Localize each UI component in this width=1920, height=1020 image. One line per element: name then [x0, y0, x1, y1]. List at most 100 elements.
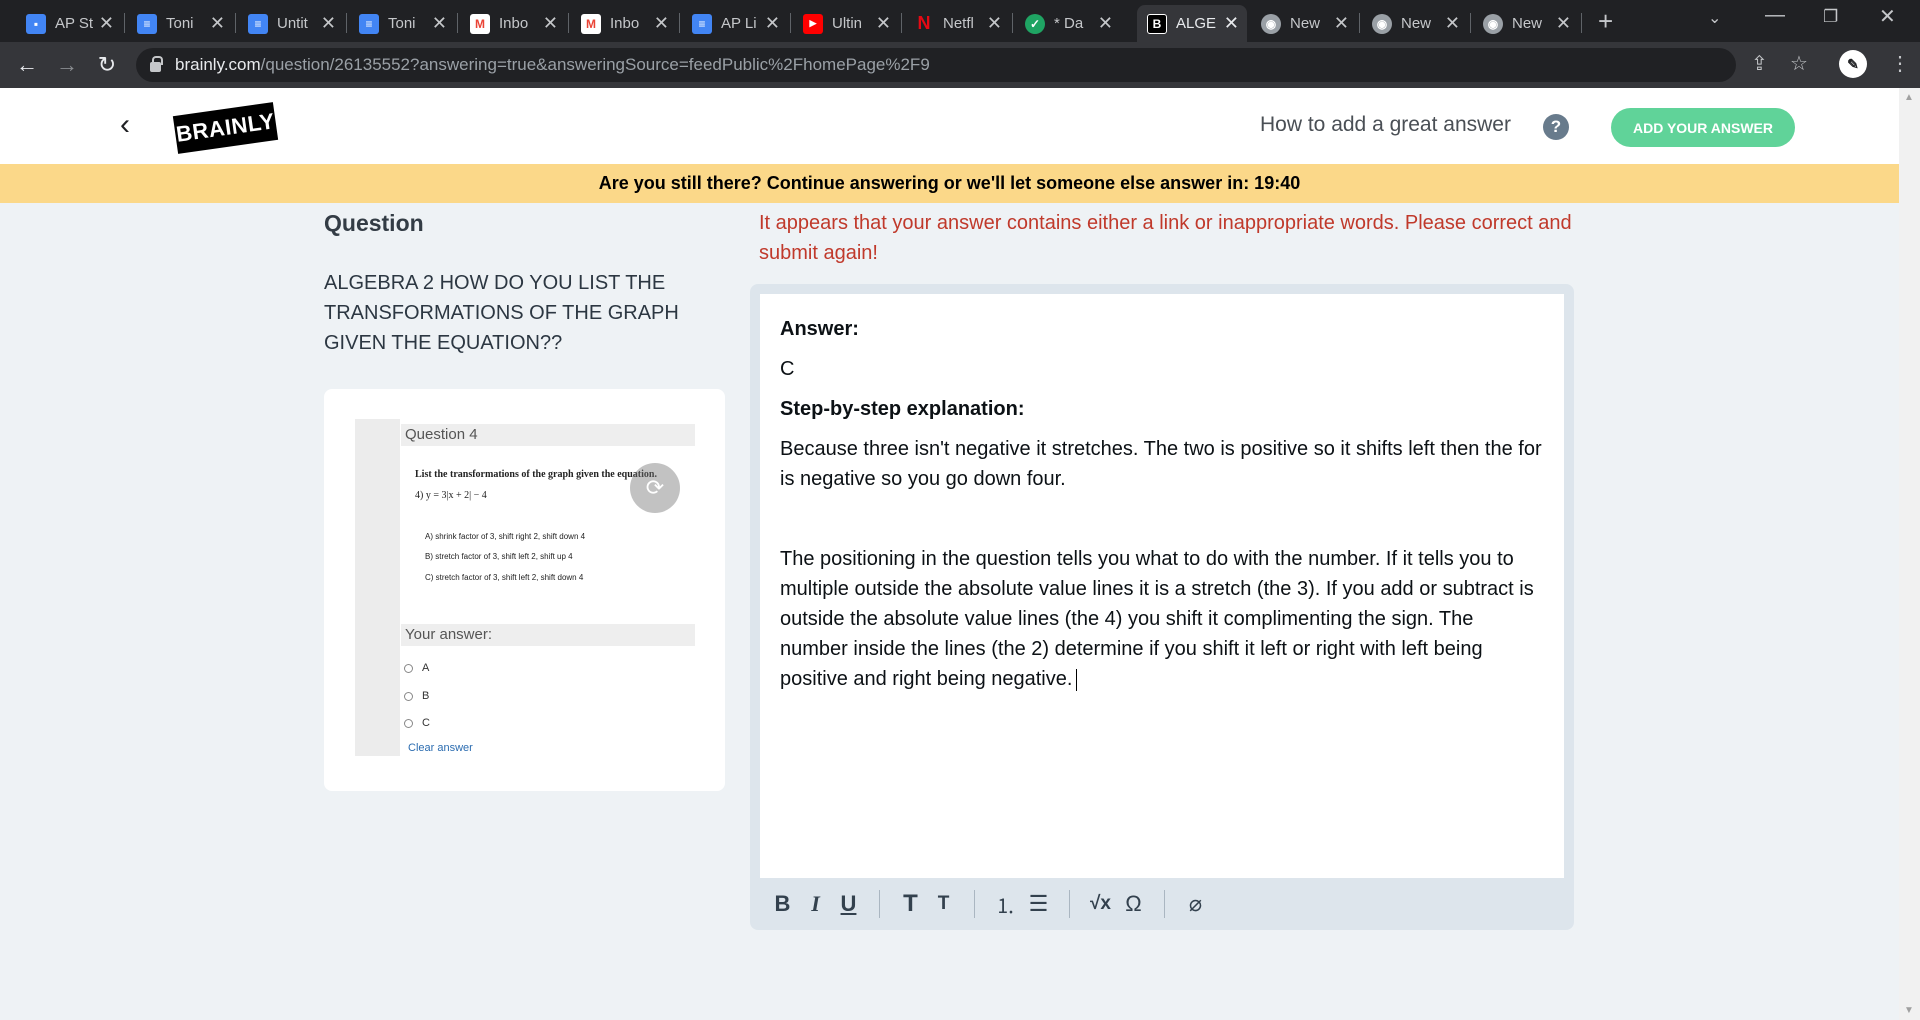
browser-tab[interactable]: ≡ Toni ✕ [349, 5, 455, 42]
url-text: brainly.com/question/26135552?answering=… [175, 55, 930, 74]
answer-editor: Answer: C Step-by-step explanation: Beca… [750, 284, 1574, 930]
text-cursor [1076, 668, 1078, 691]
answer-value: C [780, 358, 795, 380]
heading-large-icon[interactable]: T [894, 887, 927, 921]
question-text: ALGEBRA 2 HOW DO YOU LIST THE TRANSFORMA… [324, 272, 679, 354]
page-content: ‹ BRAINLY How to add a great answer ? AD… [0, 88, 1899, 1020]
question-attachment-image[interactable]: Question 4 List the transformations of t… [355, 419, 695, 756]
profile-avatar-icon[interactable]: ✎ [1839, 50, 1867, 78]
browser-tab[interactable]: ✓ * Da ✕ [1015, 5, 1121, 42]
page-scrollbar[interactable]: ▲ ▼ [1899, 88, 1920, 1020]
numbered-list-icon[interactable]: ⒈ [989, 887, 1022, 921]
browser-tab[interactable]: ▶ Ultin ✕ [793, 5, 899, 42]
address-bar[interactable]: brainly.com/question/26135552?answering=… [136, 48, 1736, 82]
scroll-down-icon[interactable]: ▼ [1904, 1005, 1914, 1016]
minimize-icon[interactable]: — [1765, 4, 1785, 27]
bookmark-star-icon[interactable]: ☆ [1790, 51, 1808, 76]
gmail-icon: M [581, 13, 601, 34]
add-your-answer-button[interactable]: ADD YOUR ANSWER [1611, 108, 1795, 147]
close-icon[interactable]: ✕ [1556, 13, 1571, 34]
explanation-label: Step-by-step explanation: [780, 398, 1025, 420]
close-icon[interactable]: ✕ [210, 13, 225, 34]
attachment-paperclip-icon[interactable]: ⌀ [1179, 887, 1212, 921]
lock-icon[interactable] [150, 56, 163, 72]
new-tab-plus-icon[interactable]: + [1598, 6, 1613, 37]
rotate-image-icon[interactable]: ⟳ [630, 463, 680, 513]
forward-arrow-icon[interactable]: → [51, 49, 83, 81]
answer-label: Answer: [780, 318, 859, 340]
attachment-clear-answer: Clear answer [408, 742, 473, 754]
scroll-up-icon[interactable]: ▲ [1904, 92, 1914, 103]
attachment-header: Question 4 [401, 424, 695, 446]
netflix-icon: N [917, 13, 931, 33]
attachment-choice: C) stretch factor of 3, shift left 2, sh… [425, 573, 584, 582]
kebab-menu-icon[interactable]: ⋮ [1890, 51, 1910, 76]
restore-icon[interactable]: ❐ [1823, 7, 1838, 27]
chrome-icon: ◉ [1483, 13, 1503, 34]
attachment-equation: 4) y = 3|x + 2| − 4 [415, 490, 487, 501]
answer-textarea[interactable]: Answer: C Step-by-step explanation: Beca… [760, 294, 1564, 878]
underline-icon[interactable]: U [832, 887, 865, 921]
browser-tab[interactable]: ◉ New ✕ [1251, 5, 1357, 42]
how-to-answer-link[interactable]: How to add a great answer [1260, 113, 1511, 137]
close-icon[interactable]: ✕ [1445, 13, 1460, 34]
close-icon[interactable]: ✕ [654, 13, 669, 34]
docs-icon: ≡ [359, 13, 379, 34]
close-icon[interactable]: ✕ [432, 13, 447, 34]
close-icon[interactable]: ✕ [987, 13, 1002, 34]
question-mark-icon[interactable]: ? [1543, 114, 1569, 140]
browser-tab-strip: ▪ AP St ✕ ≡ Toni ✕ ≡ Untit ✕ ≡ Toni ✕ M Inbo ✕ M In… [0, 0, 1920, 42]
share-icon[interactable]: ⇪ [1751, 51, 1768, 76]
close-icon[interactable]: ✕ [876, 13, 891, 34]
checkmark-shield-icon: ✓ [1025, 13, 1045, 34]
bold-icon[interactable]: B [766, 887, 799, 921]
browser-tab[interactable]: N Netfl ✕ [904, 5, 1010, 42]
close-icon[interactable]: ✕ [1098, 13, 1113, 34]
gmail-icon: M [470, 13, 490, 34]
close-icon[interactable]: ✕ [321, 13, 336, 34]
browser-tab[interactable]: M Inbo ✕ [460, 5, 566, 42]
chrome-icon: ◉ [1372, 13, 1392, 34]
editor-toolbar: B I U T T ⒈ ☰ √x Ω ⌀ [750, 878, 1574, 930]
special-characters-icon[interactable]: Ω [1117, 887, 1150, 921]
contacts-icon: ▪ [26, 13, 46, 34]
window-close-icon[interactable]: ✕ [1879, 4, 1896, 29]
attachment-option: C [404, 717, 430, 729]
back-arrow-icon[interactable]: ← [11, 49, 43, 81]
heading-small-icon[interactable]: T [927, 887, 960, 921]
browser-tab[interactable]: ≡ Untit ✕ [238, 5, 344, 42]
italic-icon[interactable]: I [799, 887, 832, 921]
close-icon[interactable]: ✕ [765, 13, 780, 34]
close-icon[interactable]: ✕ [1224, 13, 1239, 34]
radio-icon [404, 718, 413, 728]
formula-icon[interactable]: √x [1084, 887, 1117, 921]
brainly-icon: B [1147, 13, 1167, 34]
reload-icon[interactable]: ↻ [91, 49, 123, 81]
explanation-paragraph: The positioning in the question tells yo… [780, 548, 1534, 690]
browser-tab[interactable]: M Inbo ✕ [571, 5, 677, 42]
browser-tab[interactable]: ◉ New ✕ [1362, 5, 1468, 42]
answer-warning-message: It appears that your answer contains eit… [759, 212, 1572, 264]
bulleted-list-icon[interactable]: ☰ [1022, 887, 1055, 921]
question-heading: Question [324, 210, 424, 236]
browser-tab[interactable]: ≡ AP Li ✕ [682, 5, 788, 42]
close-icon[interactable]: ✕ [543, 13, 558, 34]
attachment-choice: A) shrink factor of 3, shift right 2, sh… [425, 532, 586, 541]
attachment-your-answer: Your answer: [401, 624, 695, 646]
docs-icon: ≡ [692, 13, 712, 34]
chrome-icon: ◉ [1261, 13, 1281, 34]
tab-search-chevron-icon[interactable]: ⌄ [1708, 8, 1721, 28]
browser-tab[interactable]: ▪ AP St ✕ [16, 5, 122, 42]
browser-tab[interactable]: ◉ New ✕ [1473, 5, 1579, 42]
docs-icon: ≡ [137, 13, 157, 34]
back-chevron-icon[interactable]: ‹ [120, 108, 130, 142]
attachment-option: B [404, 690, 429, 702]
attachment-choice: B) stretch factor of 3, shift left 2, sh… [425, 552, 573, 561]
close-icon[interactable]: ✕ [99, 13, 114, 34]
browser-tab-active[interactable]: B ALGE ✕ [1137, 5, 1247, 42]
radio-icon [404, 663, 413, 673]
browser-tab[interactable]: ≡ Toni ✕ [127, 5, 233, 42]
attachment-instruction: List the transformations of the graph gi… [415, 469, 657, 480]
close-icon[interactable]: ✕ [1334, 13, 1349, 34]
brainly-logo[interactable]: BRAINLY [172, 102, 279, 154]
